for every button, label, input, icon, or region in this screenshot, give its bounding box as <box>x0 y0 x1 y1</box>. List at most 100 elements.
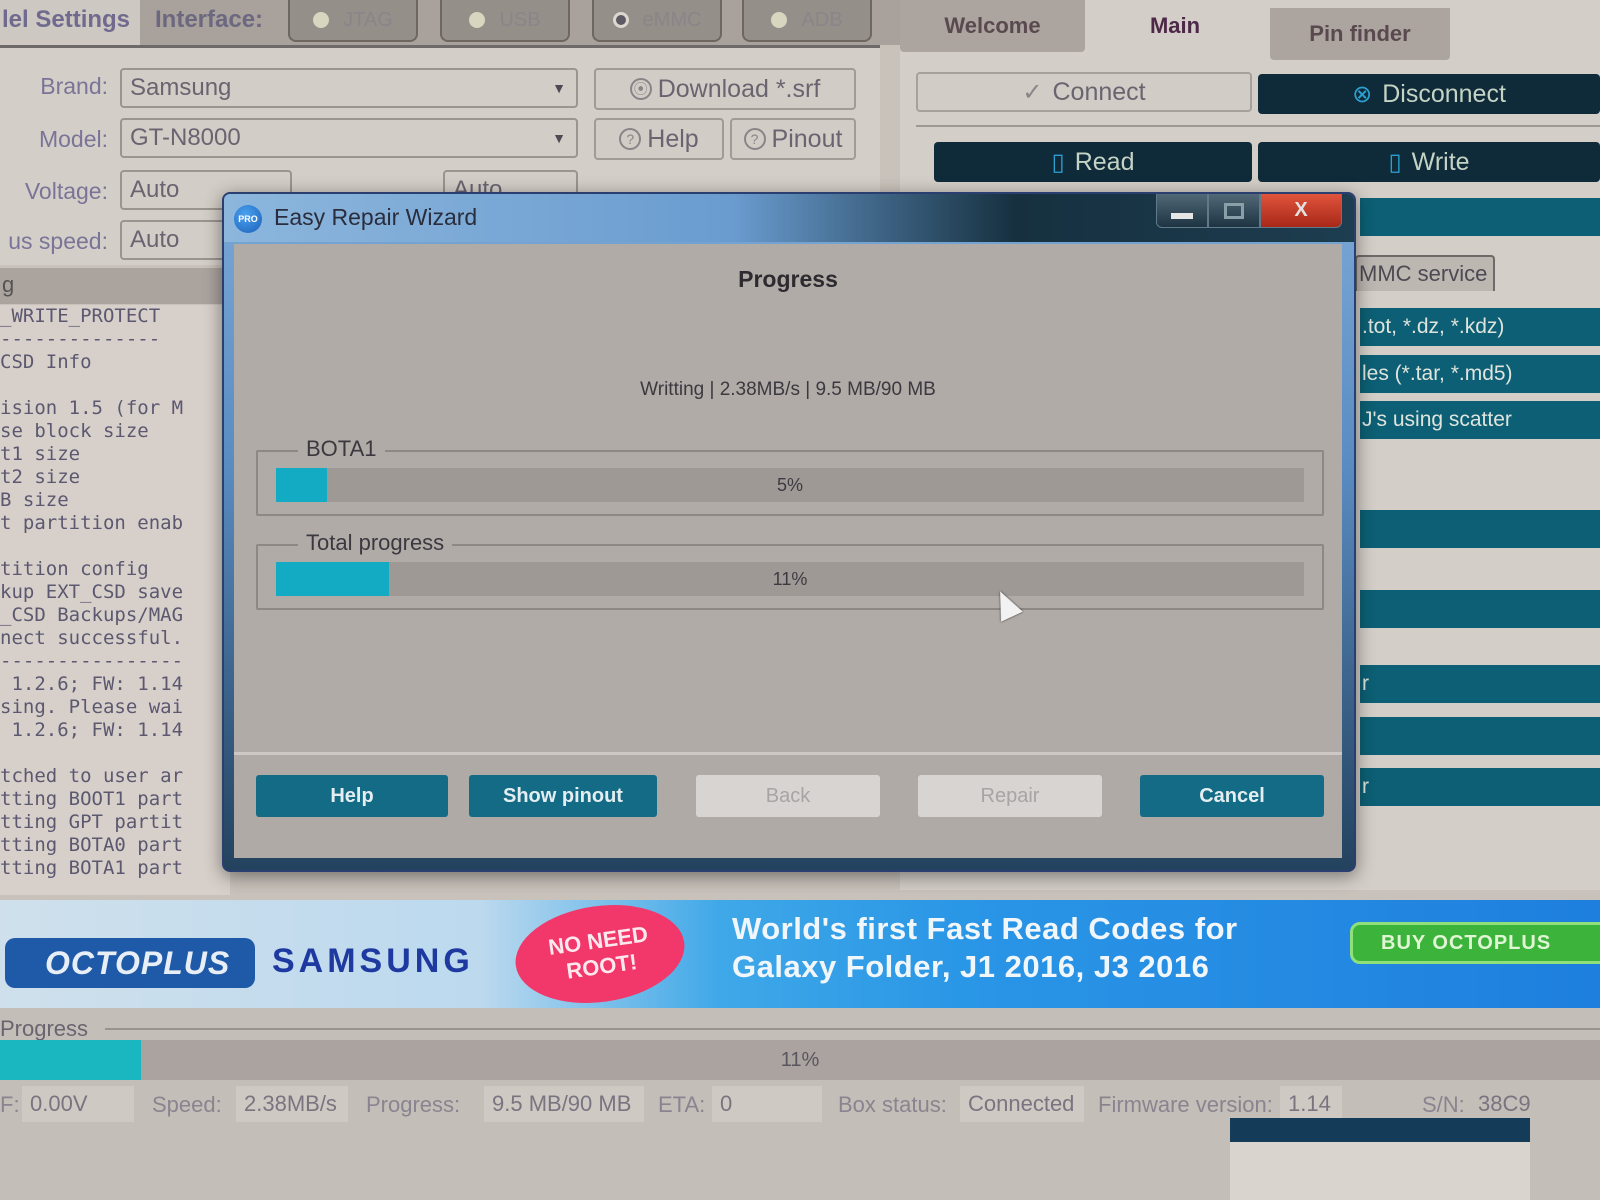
repair-button[interactable]: Repair <box>918 775 1102 817</box>
option-row[interactable]: les (*.tar, *.md5) <box>1360 355 1600 393</box>
transfer-status: Writting | 2.38MB/s | 9.5 MB/90 MB <box>640 379 936 400</box>
interface-radio-label: JTAG <box>343 8 393 31</box>
log-line: _WRITE_PROTECT <box>0 305 161 327</box>
close-button[interactable]: X <box>1260 194 1342 228</box>
write-button[interactable]: ▯ Write <box>1258 142 1600 182</box>
write-label: Write <box>1411 147 1470 176</box>
partition-percent: 5% <box>776 475 803 495</box>
back-button[interactable]: Back <box>696 775 880 817</box>
tab-welcome[interactable]: Welcome <box>900 0 1085 52</box>
option-row[interactable]: .tot, *.dz, *.kdz) <box>1360 308 1600 346</box>
interface-label: Interface: <box>155 6 264 33</box>
ad-headline-line: Galaxy Folder, J1 2016, J3 2016 <box>732 949 1210 984</box>
option-row[interactable]: r <box>1360 768 1600 806</box>
interface-radio-jtag[interactable]: JTAG <box>288 0 418 42</box>
help-icon: ? <box>743 128 766 150</box>
phone-read-icon: ▯ <box>1051 148 1065 176</box>
log-line: kup EXT_CSD save <box>0 581 184 603</box>
brand-select[interactable]: Samsung ▼ <box>120 68 578 108</box>
total-progress-bar: 11% <box>276 562 1304 596</box>
interface-radio-label: USB <box>499 8 541 31</box>
minimize-icon <box>1171 212 1193 219</box>
partition-progress-group: BOTA1 5% <box>256 436 1324 516</box>
radio-selected-icon <box>612 12 629 28</box>
progress-percent: 11% <box>780 1049 820 1071</box>
pro-app-icon: PRO <box>234 205 262 233</box>
total-progress-group: Total progress 11% <box>256 530 1324 610</box>
eta-value: 0 <box>712 1086 822 1122</box>
radio-indicator-icon <box>313 12 330 28</box>
show-pinout-button[interactable]: Show pinout <box>469 775 657 817</box>
progress-status-label: Progress: <box>366 1092 461 1117</box>
tab-main[interactable]: Main <box>1085 0 1265 52</box>
tab-emmc-service[interactable]: MMC service <box>1355 255 1495 291</box>
brand-value: Samsung <box>130 74 232 101</box>
radio-indicator-icon <box>771 12 788 28</box>
samsung-logo: SAMSUNG <box>272 942 474 980</box>
main-progress-bar: 11% <box>0 1040 1600 1080</box>
bus-speed-value: Auto <box>130 226 180 253</box>
read-button[interactable]: ▯ Read <box>934 142 1252 182</box>
disconnect-label: Disconnect <box>1382 79 1506 108</box>
no-root-badge: NO NEED ROOT! <box>509 900 691 1008</box>
log-line: tting BOTA1 part <box>0 857 184 879</box>
log-line: ---------------- <box>0 650 184 672</box>
log-line: B size <box>0 489 69 511</box>
voltage-value: Auto <box>130 176 180 203</box>
model-settings-title: lel Settings <box>0 0 140 45</box>
phone-write-icon: ▯ <box>1388 148 1402 176</box>
option-row[interactable] <box>1360 717 1600 755</box>
log-line: 1.2.6; FW: 1.14 <box>0 673 184 695</box>
pinout-button[interactable]: ? Pinout <box>730 118 856 160</box>
dialog-titlebar[interactable]: PRO Easy Repair Wizard X <box>224 194 1354 242</box>
help-button[interactable]: Help <box>256 775 448 817</box>
brand-label: Brand: <box>40 73 108 99</box>
interface-radio-emmc[interactable]: eMMC <box>592 0 722 42</box>
interface-radio-adb[interactable]: ADB <box>742 0 872 42</box>
download-srf-button[interactable]: ⦿ Download *.srf <box>594 68 856 110</box>
log-line: tting GPT partit <box>0 811 184 833</box>
firmware-value: 1.14 <box>1280 1086 1342 1122</box>
disconnect-button[interactable]: ⊗ Disconnect <box>1258 74 1600 114</box>
buy-octoplus-button[interactable]: BUY OCTOPLUS <box>1350 922 1600 964</box>
eta-label: ETA: <box>658 1092 706 1117</box>
help-button[interactable]: ? Help <box>594 118 724 160</box>
ad-banner[interactable]: OCTOPLUS SAMSUNG NO NEED ROOT! World's f… <box>0 900 1600 1008</box>
interface-radio-usb[interactable]: USB <box>440 0 570 42</box>
log-header: g <box>0 268 230 304</box>
vcc-label: F: <box>0 1092 20 1117</box>
total-progress-label: Total progress <box>298 530 453 556</box>
interface-bar: lel Settings Interface: JTAG USB eMMC AD… <box>0 0 900 45</box>
check-circle-icon: ✓ <box>1022 78 1043 106</box>
progress-group-label: Progress <box>0 1016 97 1042</box>
minimize-button[interactable] <box>1156 194 1208 228</box>
log-line: t2 size <box>0 466 81 488</box>
log-output: _WRITE_PROTECT -------------- CSD Info isi… <box>0 305 230 895</box>
model-value: GT-N8000 <box>130 124 241 151</box>
sn-label: S/N: <box>1422 1092 1465 1117</box>
cancel-button[interactable]: Cancel <box>1140 775 1324 817</box>
teal-button[interactable] <box>1360 198 1600 236</box>
sn-value: 38C9 <box>1478 1091 1531 1116</box>
model-label: Model: <box>38 126 108 152</box>
voltage-label: Voltage: <box>24 178 108 204</box>
maximize-button[interactable] <box>1208 194 1260 228</box>
box-status-label: Box status: <box>838 1092 947 1117</box>
interface-radio-label: ADB <box>801 8 843 31</box>
option-row[interactable]: J's using scatter <box>1360 401 1600 439</box>
tab-pin-finder[interactable]: Pin finder <box>1270 8 1450 60</box>
window-controls: X <box>1156 194 1342 230</box>
log-line: nect successful. <box>0 627 184 649</box>
model-select[interactable]: GT-N8000 ▼ <box>120 118 578 158</box>
option-row[interactable] <box>1360 590 1600 628</box>
log-line: 1.2.6; FW: 1.14 <box>0 719 184 741</box>
interface-radio-label: eMMC <box>642 8 702 31</box>
connect-button[interactable]: ✓ Connect <box>916 72 1252 112</box>
option-row[interactable] <box>1360 510 1600 548</box>
easy-repair-wizard-dialog: PRO Easy Repair Wizard X Progress Writti… <box>222 192 1356 872</box>
option-row[interactable]: r <box>1360 665 1600 703</box>
taskbar-thumbnail[interactable] <box>1230 1118 1530 1200</box>
